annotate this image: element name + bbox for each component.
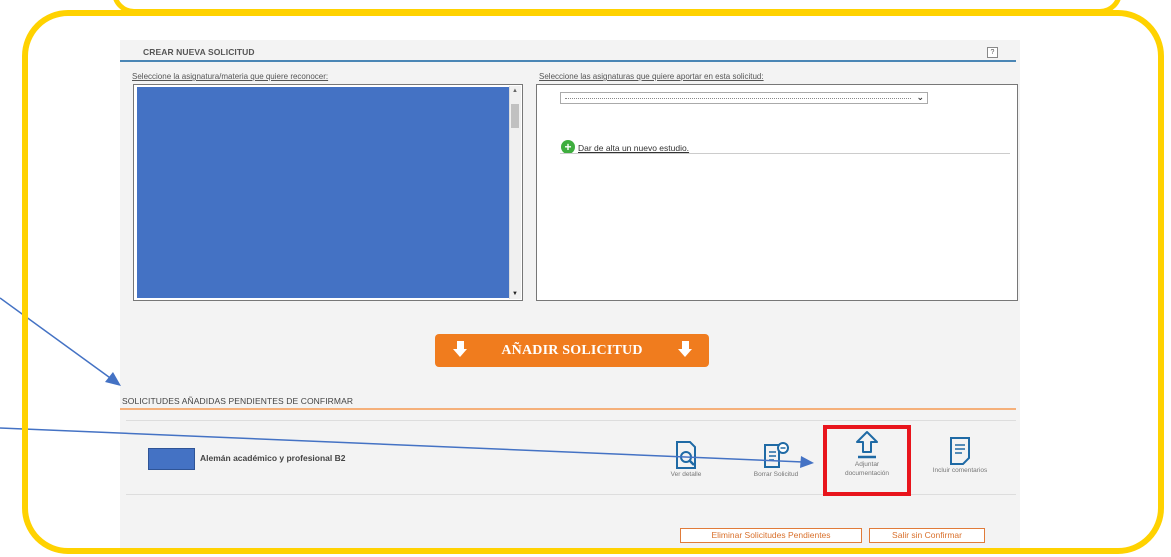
highlight-frame — [22, 10, 1164, 554]
